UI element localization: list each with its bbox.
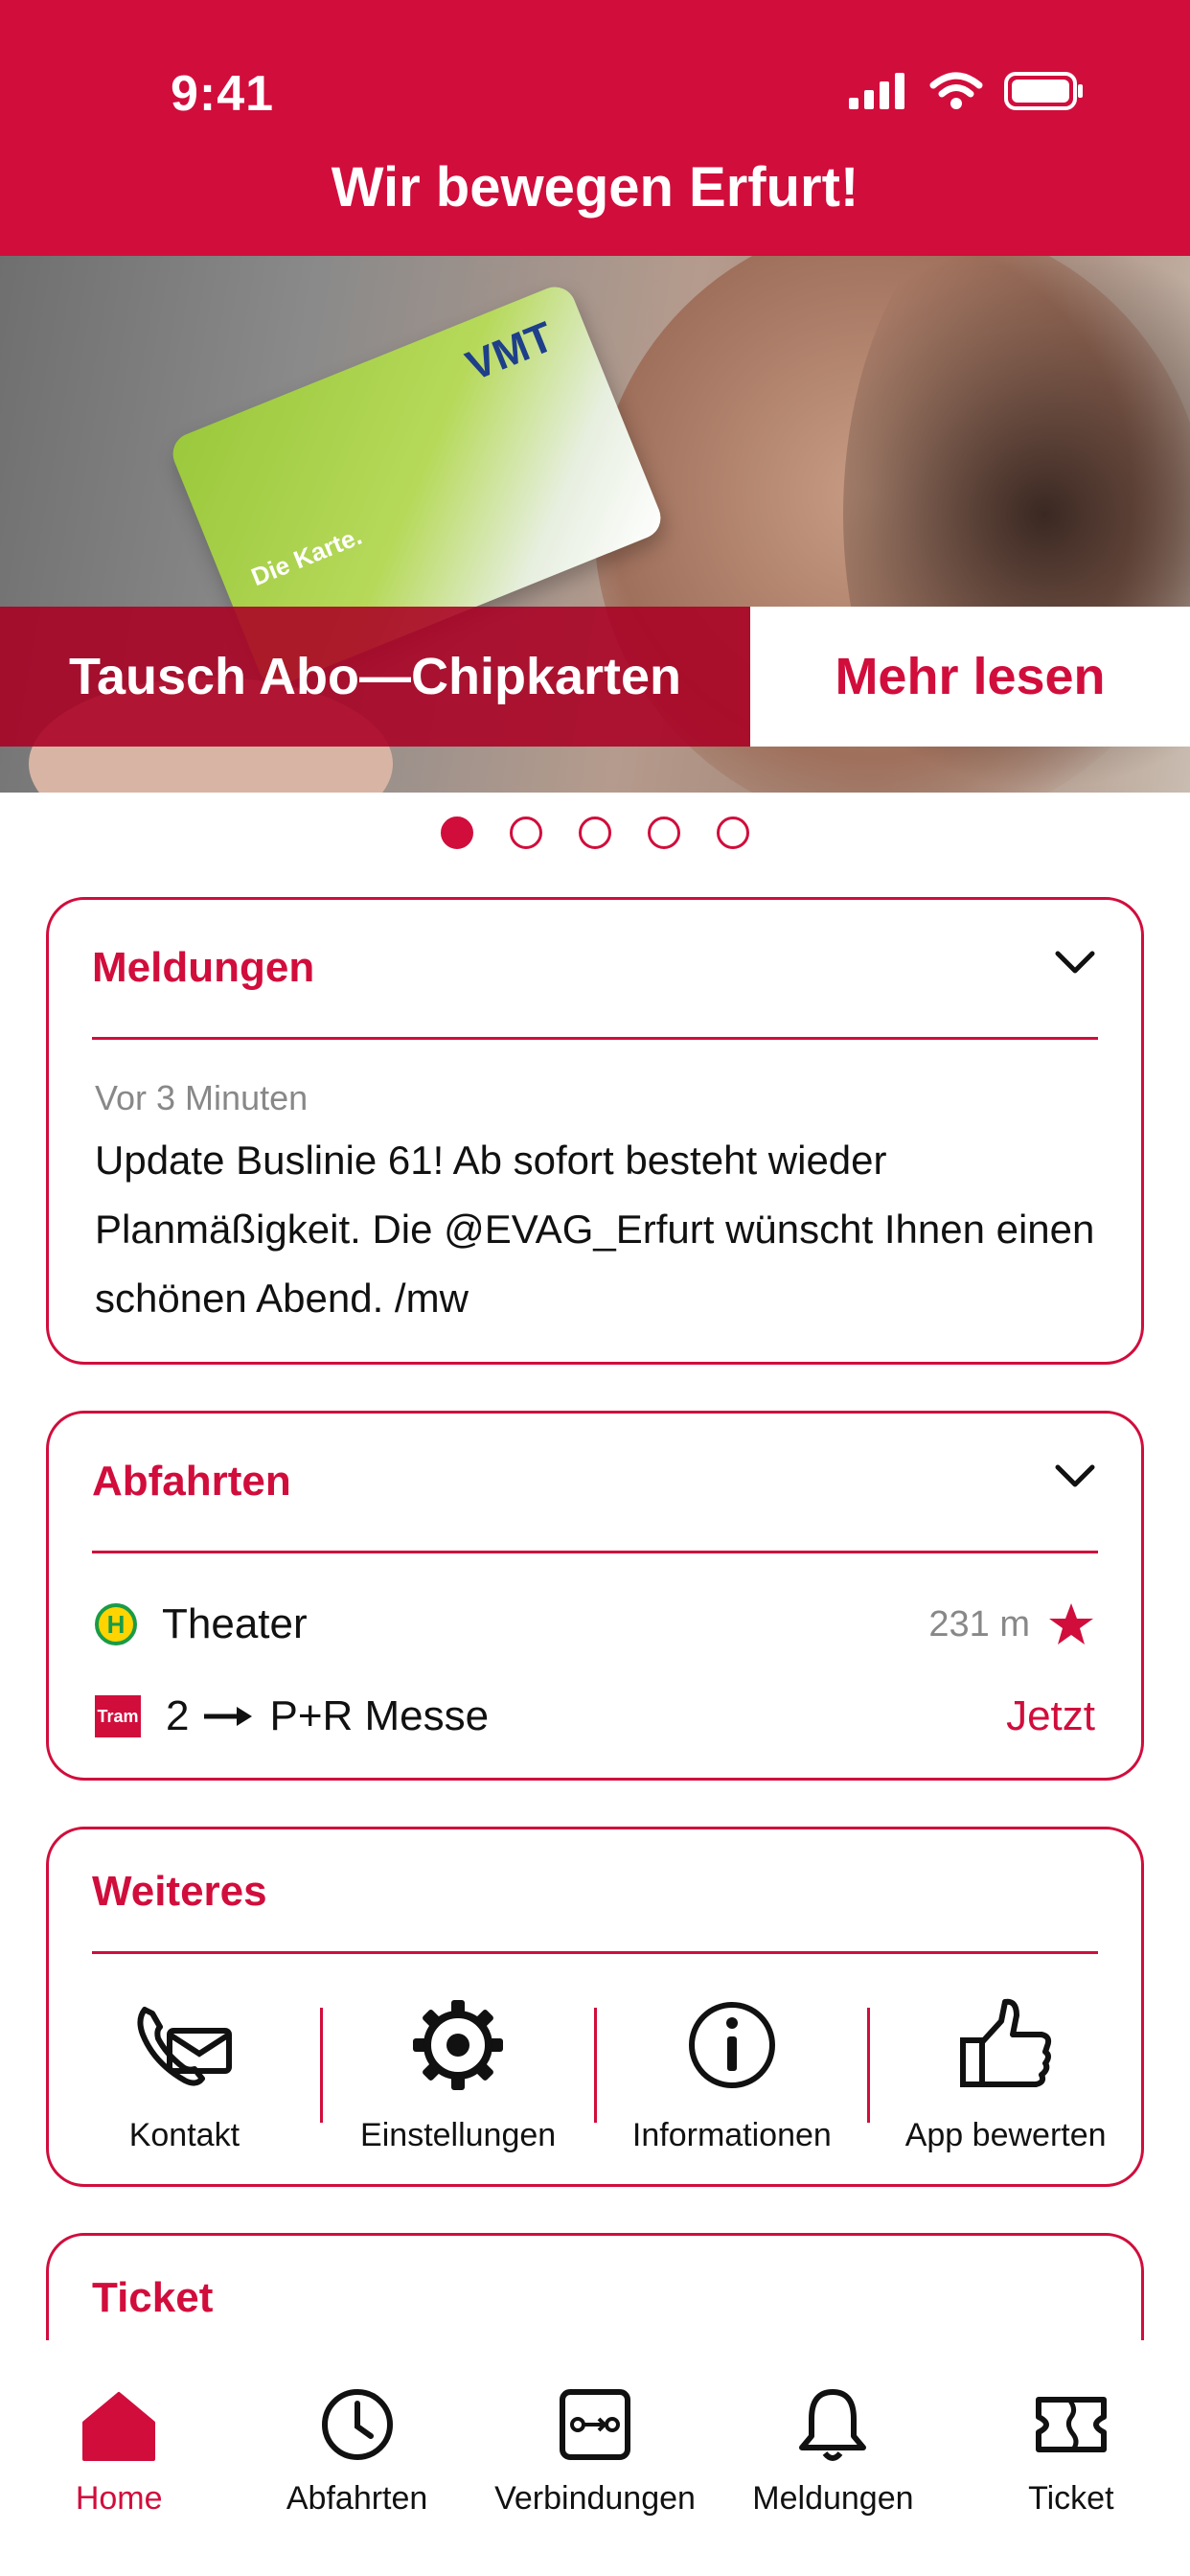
hero-banner: Tausch Abo—Chipkarten Mehr lesen — [0, 607, 1190, 747]
pager-dot[interactable] — [648, 816, 680, 849]
more-card: Weiteres Kontakt Einstellungen Informati… — [46, 1827, 1144, 2187]
nav-departures-label: Abfahrten — [286, 2480, 428, 2517]
pager-dot[interactable] — [510, 816, 542, 849]
read-more-button[interactable]: Mehr lesen — [750, 607, 1190, 747]
hero-carousel[interactable]: VMT Die Karte. Tausch Abo—Chipkarten Meh… — [0, 256, 1190, 793]
nav-home-label: Home — [75, 2480, 163, 2517]
information-button[interactable]: Informationen — [597, 1992, 868, 2165]
nav-messages[interactable]: Meldungen — [714, 2340, 951, 2576]
information-label: Informationen — [631, 2117, 832, 2153]
nav-connections-label: Verbindungen — [494, 2480, 696, 2517]
nav-ticket[interactable]: Ticket — [952, 2340, 1190, 2576]
line-number: 2 — [166, 1692, 190, 1739]
nav-messages-label: Meldungen — [752, 2480, 914, 2517]
ticket-card-title: Ticket — [92, 2274, 214, 2321]
hero-banner-title-text: Tausch Abo—Chipkarten — [68, 648, 682, 705]
info-icon — [688, 2002, 775, 2088]
card-text: Die Karte. — [246, 520, 366, 592]
stop-distance: 231 m — [928, 1603, 1030, 1644]
tram-icon: Tram — [95, 1695, 141, 1737]
status-time: 9:41 — [171, 66, 275, 122]
arrow-right-icon — [204, 1707, 253, 1726]
chevron-down-icon[interactable] — [1052, 1460, 1098, 1494]
more-grid: Kontakt Einstellungen Informationen App … — [49, 1992, 1141, 2165]
more-card-title: Weiteres — [92, 1868, 267, 1915]
signal-icon — [849, 73, 904, 109]
pager-dot[interactable] — [717, 816, 749, 849]
departures-card-header[interactable]: Abfahrten — [92, 1414, 1098, 1553]
page-title: Wir bewegen Erfurt! — [331, 156, 859, 218]
clock-icon — [321, 2389, 393, 2460]
pager-dot[interactable] — [579, 816, 611, 849]
rate-app-button[interactable]: App bewerten — [870, 1992, 1141, 2165]
nav-ticket-label: Ticket — [1028, 2480, 1114, 2517]
read-more-label: Mehr lesen — [835, 648, 1106, 705]
nav-connections[interactable]: Verbindungen — [476, 2340, 714, 2576]
stop-row[interactable]: H Theater 231 m — [95, 1596, 1095, 1653]
route-icon — [560, 2389, 631, 2460]
favorite-star-icon[interactable] — [1047, 1600, 1095, 1648]
nav-home[interactable]: Home — [0, 2340, 238, 2576]
thumbs-up-icon — [959, 1998, 1051, 2087]
message-time: Vor 3 Minuten — [95, 1078, 309, 1117]
bus-stop-icon: H — [95, 1603, 137, 1645]
stop-name: Theater — [162, 1600, 308, 1647]
contact-icon — [137, 2007, 233, 2086]
contact-button[interactable]: Kontakt — [49, 1992, 320, 2165]
card-logo: VMT — [459, 312, 561, 391]
battery-icon — [1004, 72, 1083, 110]
ticket-icon — [1035, 2397, 1107, 2452]
departures-card-title: Abfahrten — [92, 1458, 291, 1505]
home-icon — [82, 2392, 156, 2461]
hero-banner-title: Tausch Abo—Chipkarten — [0, 607, 750, 747]
nav-departures[interactable]: Abfahrten — [238, 2340, 475, 2576]
messages-card: Meldungen Vor 3 Minuten Update Buslinie … — [46, 897, 1144, 1365]
settings-button[interactable]: Einstellungen — [323, 1992, 594, 2165]
messages-card-title: Meldungen — [92, 944, 315, 991]
contact-label: Kontakt — [128, 2117, 240, 2153]
departure-row[interactable]: Tram 2 P+R Messe Jetzt — [95, 1688, 1095, 1745]
chevron-down-icon[interactable] — [1052, 946, 1098, 980]
settings-label: Einstellungen — [360, 2117, 557, 2153]
departures-card: Abfahrten H Theater 231 m Tram 2 P+R Mes… — [46, 1411, 1144, 1781]
messages-card-header[interactable]: Meldungen — [92, 900, 1098, 1040]
more-card-header: Weiteres — [92, 1829, 1098, 1954]
wifi-icon — [929, 72, 983, 109]
pager-dot[interactable] — [441, 816, 473, 849]
gear-icon — [413, 2000, 504, 2090]
bell-icon — [799, 2389, 867, 2461]
message-text: Update Buslinie 61! Ab sofort besteht wi… — [95, 1138, 1095, 1321]
departure-line: 2 P+R Messe — [166, 1692, 489, 1740]
carousel-pager — [0, 816, 1190, 849]
bottom-navigation: Home Abfahrten Verbindungen Meldungen Ti… — [0, 2340, 1190, 2576]
rate-app-label: App bewerten — [904, 2117, 1107, 2153]
line-destination: P+R Messe — [269, 1692, 490, 1739]
status-icons — [849, 71, 1085, 111]
departure-time: Jetzt — [1006, 1692, 1095, 1739]
app-header: 9:41 Wir bewegen Erfurt! — [0, 0, 1190, 256]
